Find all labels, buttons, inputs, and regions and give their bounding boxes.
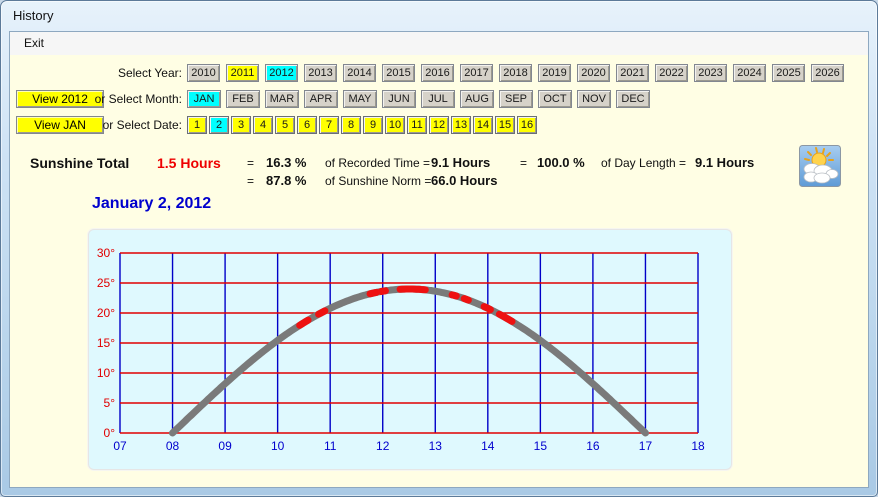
- svg-text:16: 16: [586, 439, 600, 453]
- day-length-label: of Day Length =: [601, 156, 687, 170]
- month-button-oct[interactable]: OCT: [538, 90, 572, 108]
- sunshine-norm-label: of Sunshine Norm =: [325, 174, 432, 188]
- date-button-5[interactable]: 5: [275, 116, 295, 134]
- month-button-may[interactable]: MAY: [343, 90, 377, 108]
- recorded-time-value: 9.1 Hours: [431, 155, 491, 170]
- month-button-jan[interactable]: JAN: [187, 90, 221, 108]
- window-client-area: Exit Select Year: 2010 2011 2012 2013 2014 20…: [9, 31, 869, 488]
- date-button-10[interactable]: 10: [385, 116, 405, 134]
- month-button-dec[interactable]: DEC: [616, 90, 650, 108]
- chart-date-title: January 2, 2012: [92, 195, 212, 212]
- year-button-2026[interactable]: 2026: [811, 64, 844, 82]
- date-button-8[interactable]: 8: [341, 116, 361, 134]
- select-year-label: Select Year:: [117, 66, 182, 80]
- date-button-16[interactable]: 16: [517, 116, 537, 134]
- year-button-2011[interactable]: 2011: [226, 64, 259, 82]
- date-button-14[interactable]: 14: [473, 116, 493, 134]
- month-button-jul[interactable]: JUL: [421, 90, 455, 108]
- summary-title: Sunshine Total: [30, 155, 130, 171]
- date-button-3[interactable]: 3: [231, 116, 251, 134]
- date-button-13[interactable]: 13: [451, 116, 471, 134]
- year-button-2019[interactable]: 2019: [538, 64, 571, 82]
- date-button-2[interactable]: 2: [209, 116, 229, 134]
- select-month-label: or Select Month:: [94, 92, 182, 106]
- svg-text:08: 08: [166, 439, 180, 453]
- svg-text:15°: 15°: [97, 336, 115, 350]
- month-buttons: JAN FEB MAR APR MAY JUN JUL AUG SEP OCT NOV DEC: [187, 90, 650, 108]
- norm-percent: 87.8 %: [266, 173, 307, 188]
- year-buttons: 2010 2011 2012 2013 2014 2015 2016 2017 2018 2019…: [187, 64, 844, 82]
- month-button-sep[interactable]: SEP: [499, 90, 533, 108]
- year-button-2022[interactable]: 2022: [655, 64, 688, 82]
- svg-text:09: 09: [218, 439, 232, 453]
- window-title: History: [13, 8, 54, 23]
- year-button-2018[interactable]: 2018: [499, 64, 532, 82]
- equals-sign: =: [520, 156, 528, 170]
- date-buttons: 1 2 3 4 5 6 7 8 9 10 11 12 13 14 15 16: [187, 116, 537, 134]
- year-button-2024[interactable]: 2024: [733, 64, 766, 82]
- svg-text:10: 10: [271, 439, 285, 453]
- app-window: History Exit Select Year: 2010 2011 2012 20…: [0, 0, 878, 497]
- month-button-jun[interactable]: JUN: [382, 90, 416, 108]
- sunshine-norm-value: 66.0 Hours: [431, 173, 498, 188]
- svg-text:11: 11: [324, 439, 337, 453]
- year-button-2012[interactable]: 2012: [265, 64, 298, 82]
- year-button-2025[interactable]: 2025: [772, 64, 805, 82]
- date-button-15[interactable]: 15: [495, 116, 515, 134]
- year-button-2010[interactable]: 2010: [187, 64, 220, 82]
- year-button-2016[interactable]: 2016: [421, 64, 454, 82]
- svg-text:13: 13: [429, 439, 443, 453]
- sun-behind-clouds-icon: [799, 145, 841, 187]
- svg-text:15: 15: [534, 439, 548, 453]
- svg-text:25°: 25°: [97, 276, 115, 290]
- menu-bar: Exit: [10, 32, 868, 56]
- month-button-feb[interactable]: FEB: [226, 90, 260, 108]
- date-button-9[interactable]: 9: [363, 116, 383, 134]
- equals-sign: =: [247, 156, 255, 170]
- date-button-11[interactable]: 11: [407, 116, 427, 134]
- sunshine-total-value: 1.5 Hours: [157, 155, 221, 171]
- select-date-label: or Select Date:: [102, 118, 182, 132]
- month-button-nov[interactable]: NOV: [577, 90, 611, 108]
- chart-panel: 07 08 09 10 11 12 13 14 15 16 17 18 0° 5° 10° 15° 20° 25°…: [88, 229, 732, 470]
- year-button-2014[interactable]: 2014: [343, 64, 376, 82]
- year-button-2023[interactable]: 2023: [694, 64, 727, 82]
- recorded-time-label: of Recorded Time =: [325, 156, 431, 170]
- year-button-2015[interactable]: 2015: [382, 64, 415, 82]
- svg-text:17: 17: [639, 439, 653, 453]
- svg-text:0°: 0°: [104, 426, 116, 440]
- month-button-mar[interactable]: MAR: [265, 90, 299, 108]
- month-button-apr[interactable]: APR: [304, 90, 338, 108]
- year-button-2020[interactable]: 2020: [577, 64, 610, 82]
- date-button-1[interactable]: 1: [187, 116, 207, 134]
- date-button-6[interactable]: 6: [297, 116, 317, 134]
- svg-text:20°: 20°: [97, 306, 115, 320]
- svg-text:5°: 5°: [104, 396, 116, 410]
- svg-text:12: 12: [376, 439, 390, 453]
- title-bar: History: [1, 1, 877, 31]
- svg-text:07: 07: [113, 439, 127, 453]
- equals-sign: =: [247, 174, 255, 188]
- sun-elevation-chart: 07 08 09 10 11 12 13 14 15 16 17 18 0° 5° 10° 15° 20° 25°…: [97, 246, 705, 453]
- date-button-12[interactable]: 12: [429, 116, 449, 134]
- svg-text:30°: 30°: [97, 246, 115, 260]
- year-button-2021[interactable]: 2021: [616, 64, 649, 82]
- svg-text:14: 14: [481, 439, 495, 453]
- menu-item-exit[interactable]: Exit: [15, 32, 53, 54]
- form-content: Select Year: 2010 2011 2012 2013 2014 2015 201…: [10, 55, 868, 487]
- month-button-aug[interactable]: AUG: [460, 90, 494, 108]
- recorded-percent: 16.3 %: [266, 155, 307, 170]
- date-button-7[interactable]: 7: [319, 116, 339, 134]
- day-length-value: 9.1 Hours: [695, 155, 755, 170]
- svg-text:18: 18: [691, 439, 705, 453]
- year-button-2013[interactable]: 2013: [304, 64, 337, 82]
- daylength-percent: 100.0 %: [537, 155, 585, 170]
- year-button-2017[interactable]: 2017: [460, 64, 493, 82]
- date-button-4[interactable]: 4: [253, 116, 273, 134]
- svg-text:10°: 10°: [97, 366, 115, 380]
